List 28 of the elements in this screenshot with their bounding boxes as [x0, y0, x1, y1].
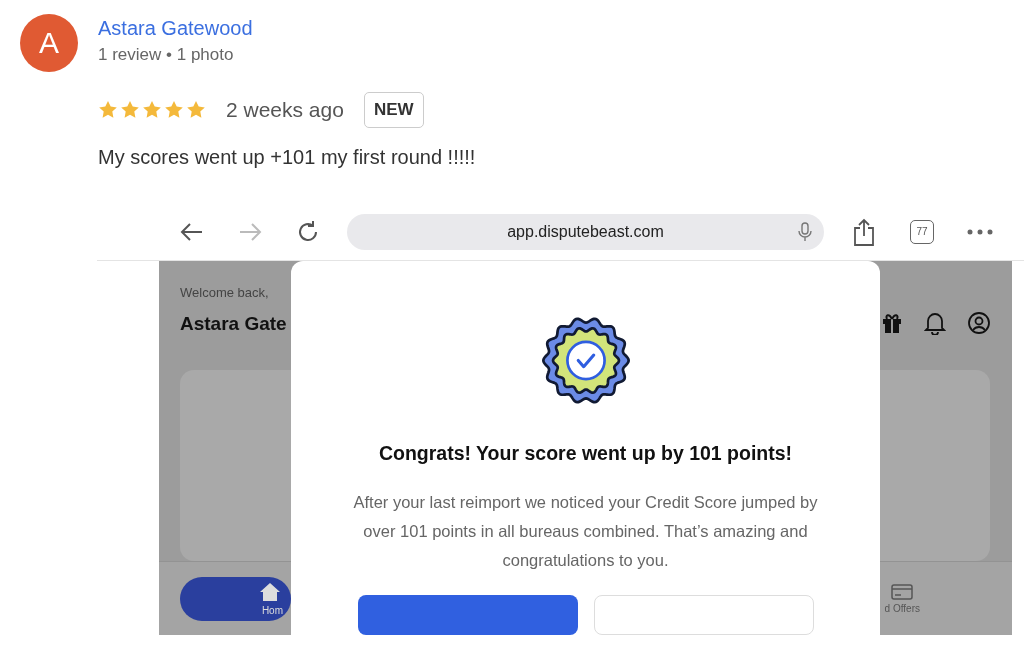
- tab-count-button[interactable]: 77: [910, 219, 934, 244]
- modal-message: After your last reimport we noticed your Credit Score jumped by over 101 points in all bureaus combined. That’s amazing and congratulations to you.: [352, 492, 819, 571]
- avatar[interactable]: A: [20, 14, 78, 72]
- star-icon: [186, 100, 206, 120]
- author-meta: 1 review • 1 photo: [98, 44, 234, 66]
- home-icon: [259, 581, 281, 602]
- modal-title: Congrats! Your score went up by 101 points!: [378, 441, 793, 466]
- address-bar[interactable]: app.disputebeast.com: [347, 213, 824, 250]
- more-icon[interactable]: [967, 228, 993, 235]
- user-name: Astara Gate: [180, 312, 287, 336]
- nav-item[interactable]: Hom: [180, 576, 291, 621]
- gift-icon[interactable]: [882, 312, 902, 334]
- new-badge: NEW: [363, 92, 424, 128]
- review-time: 2 weeks ago: [226, 98, 344, 122]
- share-icon[interactable]: [852, 217, 876, 246]
- star-icon: [164, 100, 184, 120]
- user-icon[interactable]: [968, 312, 990, 334]
- bell-icon[interactable]: [924, 311, 946, 335]
- back-arrow-icon[interactable]: [180, 221, 204, 242]
- star-icon: [142, 100, 162, 120]
- microphone-icon[interactable]: [798, 221, 812, 242]
- welcome-text: Welcome back,: [180, 284, 269, 302]
- star-icon: [98, 100, 118, 120]
- author-name[interactable]: Astara Gatewood: [98, 14, 253, 42]
- reload-icon[interactable]: [296, 219, 320, 244]
- card-icon: [891, 583, 914, 600]
- star-icon: [120, 100, 140, 120]
- review-text: My scores went up +101 my first round !!!!!: [98, 145, 476, 170]
